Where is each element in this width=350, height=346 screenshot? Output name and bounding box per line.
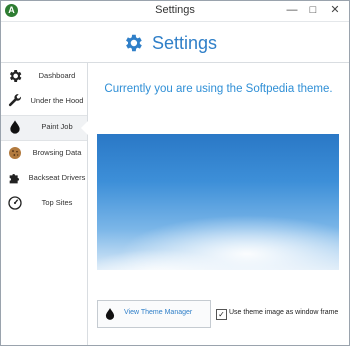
- close-button[interactable]: ✕: [326, 3, 344, 18]
- main-content: Currently you are using the Softpedia th…: [88, 63, 349, 345]
- window-frame-label: Use theme image as window frame: [229, 309, 339, 316]
- sidebar-item-label: Backseat Drivers: [28, 173, 86, 182]
- speedometer-icon: [8, 196, 22, 210]
- cookie-icon: [9, 147, 21, 159]
- theme-manager-label: View Theme Manager: [124, 309, 193, 316]
- window-frame-checkbox[interactable]: ✓: [216, 309, 227, 320]
- sidebar-item-label: Dashboard: [38, 71, 76, 80]
- sidebar-item-backseat-drivers[interactable]: Backseat Drivers: [1, 167, 87, 191]
- page-header: Settings: [1, 22, 349, 63]
- sidebar: Dashboard Under the Hood Paint Job Brows…: [1, 63, 88, 345]
- settings-window: A Settings — □ ✕ Settings Dashboard Unde…: [0, 0, 350, 346]
- page-title: Settings: [152, 32, 218, 53]
- sidebar-item-top-sites[interactable]: Top Sites: [1, 192, 87, 216]
- theme-actions: View Theme Manager ✓ Use theme image as …: [97, 300, 339, 328]
- sidebar-item-under-the-hood[interactable]: Under the Hood: [1, 90, 87, 114]
- sidebar-item-label: Paint Job: [41, 122, 73, 131]
- current-theme-text: Currently you are using the Softpedia th…: [104, 83, 333, 95]
- sidebar-item-browsing-data[interactable]: Browsing Data: [1, 142, 87, 166]
- sidebar-item-paint-job[interactable]: Paint Job: [1, 115, 88, 141]
- puzzle-piece-icon: [9, 174, 19, 184]
- title-bar: A Settings — □ ✕: [1, 1, 349, 22]
- paint-drop-icon: [10, 120, 20, 134]
- theme-preview-image: [97, 134, 339, 270]
- sidebar-item-label: Top Sites: [41, 198, 73, 207]
- sidebar-item-label: Under the Hood: [30, 96, 84, 105]
- sidebar-item-label: Browsing Data: [32, 148, 82, 157]
- paint-drop-icon: [105, 308, 115, 320]
- maximize-button[interactable]: □: [304, 3, 322, 18]
- gear-icon: [126, 34, 142, 52]
- sidebar-item-dashboard[interactable]: Dashboard: [1, 65, 87, 89]
- gear-icon: [9, 70, 22, 82]
- minimize-button[interactable]: —: [283, 3, 301, 18]
- theme-manager-button[interactable]: View Theme Manager: [97, 300, 211, 328]
- wrench-icon: [8, 94, 22, 107]
